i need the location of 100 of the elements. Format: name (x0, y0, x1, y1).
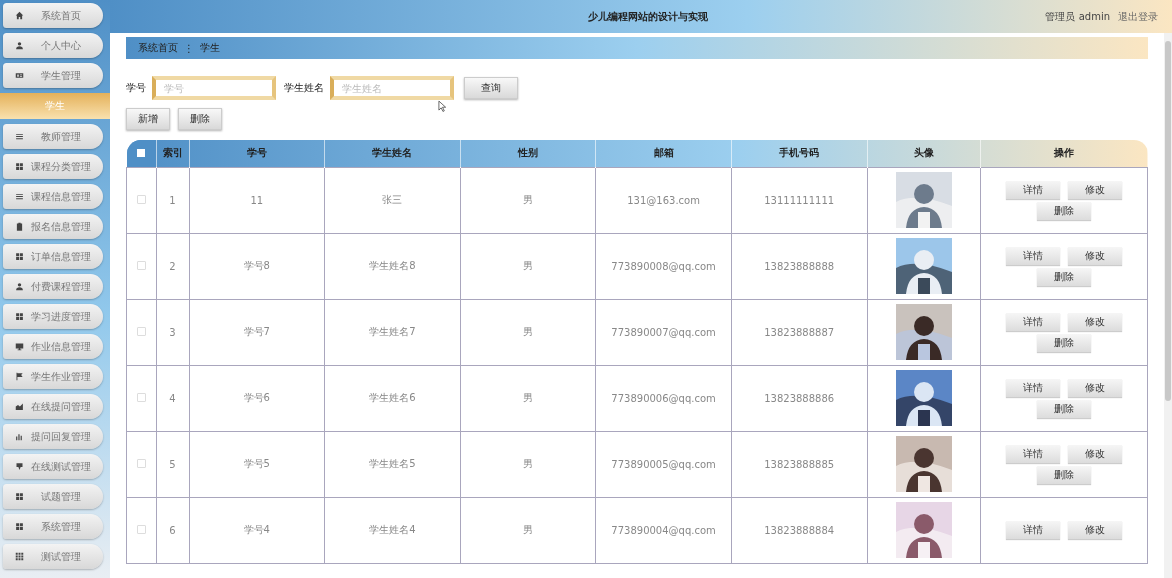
table-cell: 773890007@qq.com (595, 299, 732, 365)
table-cell: 2 (156, 233, 189, 299)
table-cell: 13823888884 (731, 497, 867, 563)
table-cell: 13111111111 (731, 167, 867, 233)
action-button[interactable]: 删除 (178, 108, 222, 130)
breadcrumb-current: 学生 (200, 41, 220, 55)
list-icon (15, 132, 24, 141)
house-icon (15, 11, 24, 20)
table-cell: 学号5 (189, 431, 325, 497)
query-button[interactable]: 查询 (464, 77, 518, 99)
table-cell: 学号7 (189, 299, 325, 365)
column-header: 性别 (460, 140, 596, 167)
row-action-button[interactable]: 修改 (1067, 378, 1122, 397)
row-action-button[interactable]: 详情 (1005, 180, 1060, 199)
table-cell: 4 (156, 365, 189, 431)
row-checkbox[interactable] (136, 326, 146, 336)
table-cell: 学号6 (189, 365, 325, 431)
table-cell: 男 (460, 431, 596, 497)
sidebar-item[interactable]: 课程分类管理 (3, 154, 103, 179)
table-cell: 男 (460, 167, 596, 233)
table-cell: 773890004@qq.com (595, 497, 732, 563)
row-action-button[interactable]: 删除 (1036, 333, 1091, 352)
logout-link[interactable]: 退出登录 (1118, 9, 1158, 24)
user-label: 管理员 admin (1045, 9, 1110, 24)
table-cell: 13823888885 (731, 431, 867, 497)
sidebar-item[interactable]: 教师管理 (3, 124, 103, 149)
table-cell: 11 (189, 167, 325, 233)
person-icon (15, 282, 24, 291)
table-cell: 5 (156, 431, 189, 497)
column-header: 操作 (980, 140, 1148, 167)
row-action-button[interactable]: 修改 (1067, 444, 1122, 463)
grid-icon (15, 492, 24, 501)
grid-icon (15, 552, 24, 561)
row-action-button[interactable]: 修改 (1067, 180, 1122, 199)
grid-icon (15, 252, 24, 261)
sidebar-item[interactable]: 学习进度管理 (3, 304, 103, 329)
grid-icon (15, 162, 24, 171)
row-action-button[interactable]: 修改 (1067, 246, 1122, 265)
search-field[interactable]: 学号 (152, 76, 276, 100)
sidebar-item[interactable]: 个人中心 (3, 33, 103, 58)
row-action-button[interactable]: 详情 (1005, 246, 1060, 265)
table-cell: 学生姓名7 (324, 299, 461, 365)
sidebar-item[interactable]: 订单信息管理 (3, 244, 103, 269)
sidebar-item[interactable]: 试题管理 (3, 484, 103, 509)
id-card-icon (15, 71, 24, 80)
table-cell: 学号4 (189, 497, 325, 563)
field-label: 学号 (126, 81, 146, 95)
row-action-button[interactable]: 删除 (1036, 201, 1091, 220)
monitor-icon (15, 342, 24, 351)
row-action-button[interactable]: 修改 (1067, 312, 1122, 331)
row-checkbox[interactable] (136, 524, 146, 534)
row-action-button[interactable]: 删除 (1036, 267, 1091, 286)
sidebar-item[interactable]: 测试管理 (3, 544, 103, 569)
row-action-button[interactable]: 修改 (1067, 521, 1122, 539)
sidebar-item[interactable]: 系统首页 (3, 3, 103, 28)
pin-icon (15, 462, 24, 471)
sidebar-item[interactable]: 学生作业管理 (3, 364, 103, 389)
column-header: 邮箱 (595, 140, 732, 167)
row-action-button[interactable]: 详情 (1005, 378, 1060, 397)
table-cell: 男 (460, 299, 596, 365)
table-cell: 13823888886 (731, 365, 867, 431)
breadcrumb-link[interactable]: 系统首页 (138, 41, 178, 55)
row-action-button[interactable]: 详情 (1005, 444, 1060, 463)
action-button[interactable]: 新增 (126, 108, 170, 130)
table-cell: 13823888887 (731, 299, 867, 365)
row-checkbox[interactable] (136, 392, 146, 402)
mouse-cursor-icon (438, 100, 447, 113)
row-action-button[interactable]: 详情 (1005, 521, 1060, 539)
clipboard-icon (15, 222, 24, 231)
row-action-button[interactable]: 删除 (1036, 465, 1091, 484)
sidebar-item[interactable]: 在线测试管理 (3, 454, 103, 479)
site-title: 少儿编程网站的设计与实现 (586, 9, 709, 24)
row-checkbox[interactable] (136, 458, 146, 468)
grid-icon (15, 522, 24, 531)
table-cell: 男 (460, 233, 596, 299)
sidebar-item[interactable]: 系统管理 (3, 514, 103, 539)
sidebar-item[interactable]: 学生管理 (3, 63, 103, 88)
sidebar-item[interactable]: 付费课程管理 (3, 274, 103, 299)
table-cell: 学生姓名8 (324, 233, 461, 299)
sidebar-item[interactable]: 课程信息管理 (3, 184, 103, 209)
table-cell: 131@163.com (595, 167, 732, 233)
column-header: 索引 (156, 140, 189, 167)
table-cell: 男 (460, 497, 596, 563)
sidebar-item[interactable]: 在线提问管理 (3, 394, 103, 419)
sidebar-item[interactable]: 报名信息管理 (3, 214, 103, 239)
column-header: 学号 (189, 140, 325, 167)
row-action-button[interactable]: 删除 (1036, 399, 1091, 418)
sidebar-item[interactable]: 作业信息管理 (3, 334, 103, 359)
search-field[interactable]: 学生姓名 (330, 76, 454, 100)
column-header: 学生姓名 (324, 140, 461, 167)
table-cell: 773890006@qq.com (595, 365, 732, 431)
grid-icon (15, 312, 24, 321)
row-checkbox[interactable] (136, 260, 146, 270)
sidebar-item[interactable]: 提问回复管理 (3, 424, 103, 449)
table-cell: 学生姓名4 (324, 497, 461, 563)
row-checkbox[interactable] (136, 194, 146, 204)
row-action-button[interactable]: 详情 (1005, 312, 1060, 331)
table-cell: 学生姓名6 (324, 365, 461, 431)
select-all-checkbox[interactable] (137, 148, 145, 157)
table-cell: 张三 (324, 167, 461, 233)
